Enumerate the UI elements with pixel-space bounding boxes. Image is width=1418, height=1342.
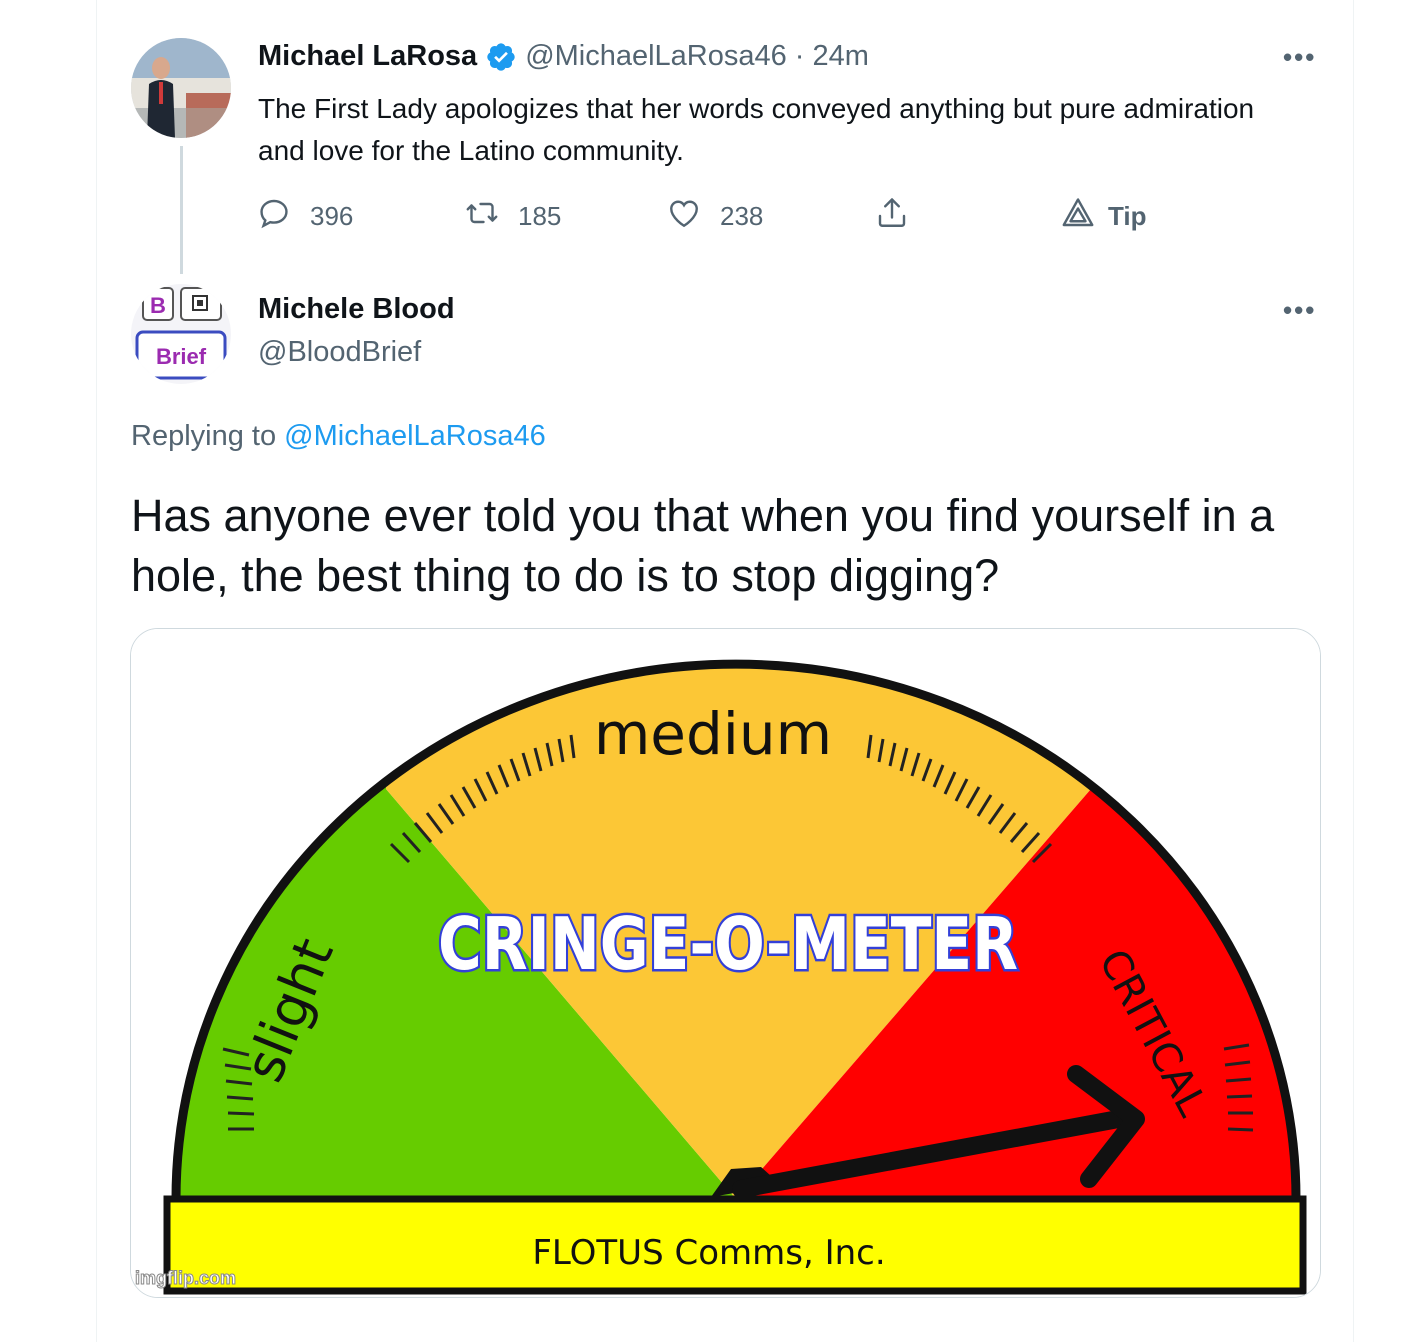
avatar-word-brief: Brief <box>156 344 207 369</box>
reply-count: 396 <box>310 200 354 231</box>
reply-tweet-text: Has anyone ever told you that when you f… <box>131 490 1275 601</box>
replying-prefix: Replying to <box>131 420 277 452</box>
retweet-icon <box>464 195 500 238</box>
retweet-count: 185 <box>518 200 562 231</box>
like-button[interactable]: 238 <box>666 194 763 238</box>
separator-dot: · <box>794 40 805 72</box>
reply-handle[interactable]: @BloodBrief <box>258 336 421 369</box>
thread-connector-line <box>180 146 183 274</box>
like-icon <box>666 195 702 238</box>
parent-handle[interactable]: @MichaelLaRosa46 <box>525 40 787 73</box>
reply-handle-text: @BloodBrief <box>258 336 422 368</box>
tweet-timestamp[interactable]: 24m <box>812 40 868 73</box>
more-options-icon[interactable]: ••• <box>1283 42 1316 73</box>
footer-text: FLOTUS Comms, Inc. <box>532 1233 885 1273</box>
verified-badge-icon <box>485 41 517 73</box>
retweet-button[interactable]: 185 <box>464 194 561 238</box>
parent-display-name[interactable]: Michael LaRosa <box>258 40 477 73</box>
tip-icon <box>1060 195 1096 238</box>
replying-to-line: Replying to @MichaelLaRosa46 <box>131 420 546 453</box>
avatar-letter-b: B <box>150 293 166 318</box>
watermark: imgflip.com <box>135 1268 236 1288</box>
reply-button[interactable]: 396 <box>256 194 353 238</box>
reply-icon <box>256 195 292 238</box>
meme-title: CRINGE-O-METER <box>438 902 1018 986</box>
share-icon <box>874 195 910 238</box>
meme-image[interactable]: medium slight CRITICAL CRINGE-O-METER FL… <box>130 628 1321 1298</box>
more-options-icon[interactable]: ••• <box>1283 295 1316 326</box>
replying-to-link[interactable]: @MichaelLaRosa46 <box>284 420 546 452</box>
reply-name-text: Michele Blood <box>258 293 455 325</box>
label-medium: medium <box>594 700 832 768</box>
michael-larosa-avatar[interactable] <box>131 38 231 138</box>
tip-button[interactable]: Tip <box>1060 194 1147 238</box>
tip-label: Tip <box>1108 200 1147 231</box>
michele-blood-avatar[interactable]: B Brief <box>131 284 231 384</box>
reply-display-name[interactable]: Michele Blood <box>258 293 455 326</box>
share-button[interactable] <box>874 194 910 238</box>
like-count: 238 <box>720 200 764 231</box>
parent-tweet-text: The First Lady apologizes that her words… <box>258 93 1255 166</box>
parent-tweet-header: Michael LaRosa @MichaelLaRosa46 · 24m <box>258 40 869 73</box>
